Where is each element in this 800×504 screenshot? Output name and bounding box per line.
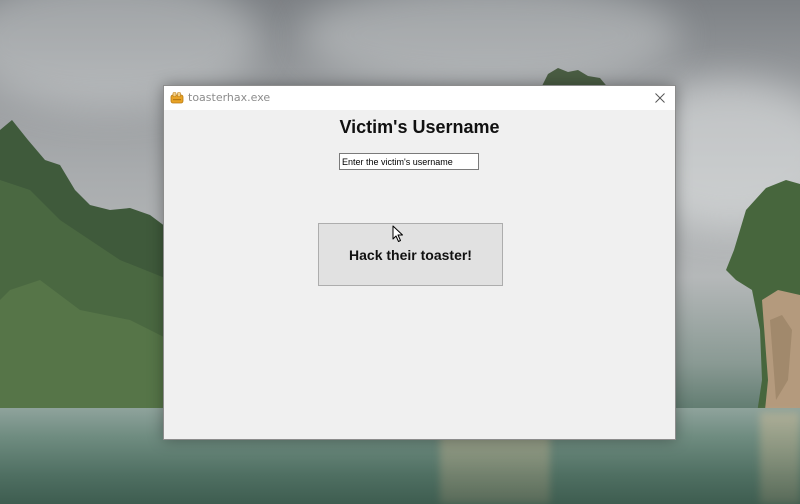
water-reflection <box>760 412 800 504</box>
form-heading: Victim's Username <box>339 117 500 137</box>
username-input[interactable] <box>339 153 479 170</box>
title-bar[interactable]: toasterhax.exe <box>164 86 675 110</box>
window-title: toasterhax.exe <box>188 91 271 104</box>
close-button[interactable] <box>645 86 675 110</box>
toaster-icon <box>170 91 184 105</box>
app-window: toasterhax.exe Victim's Username Hack th… <box>163 85 676 440</box>
hack-toaster-button[interactable]: Hack their toaster! <box>318 223 503 286</box>
cloud <box>300 0 680 90</box>
right-cliff <box>726 180 800 420</box>
left-cliff <box>0 120 170 410</box>
close-icon <box>655 93 665 103</box>
